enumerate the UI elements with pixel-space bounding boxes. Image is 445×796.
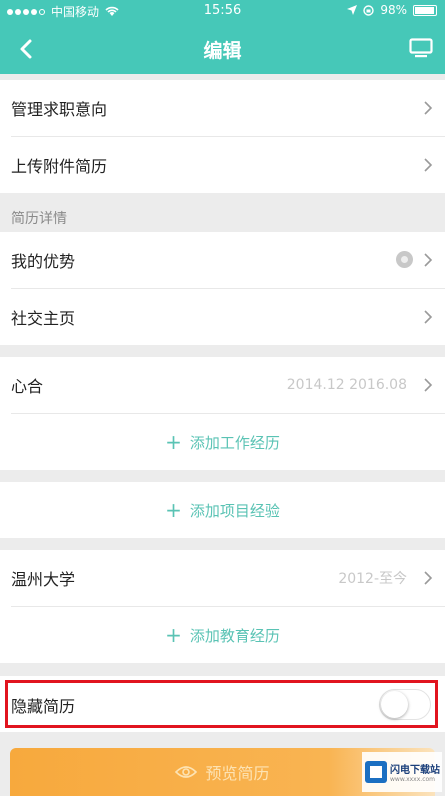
plus-icon: + xyxy=(165,498,182,522)
social-homepage-label: 社交主页 xyxy=(11,309,76,328)
manage-job-intention-label: 管理求职意向 xyxy=(11,100,108,119)
work-experience-group: 心合 2014.12 2016.08 + 添加工作经历 xyxy=(0,357,445,470)
education-group: 温州大学 2012-至今 + 添加教育经历 xyxy=(0,550,445,663)
preview-resume-label: 预览简历 xyxy=(205,764,270,783)
rotation-lock-icon xyxy=(363,4,375,16)
watermark-logo-icon xyxy=(365,761,387,783)
monitor-icon[interactable] xyxy=(409,38,433,58)
chevron-right-icon xyxy=(424,310,433,324)
add-work-experience-button[interactable]: + 添加工作经历 xyxy=(0,414,445,470)
education-period: 2012-至今 xyxy=(338,571,407,587)
add-education-button[interactable]: + 添加教育经历 xyxy=(0,607,445,663)
status-bar: 中国移动 15:56 98% xyxy=(0,0,445,22)
watermark: 闪电下载站 www.xxxx.com xyxy=(362,752,442,792)
add-project-experience-button[interactable]: + 添加项目经验 xyxy=(0,482,445,538)
job-settings-group: 管理求职意向 上传附件简历 xyxy=(0,80,445,193)
nav-bar: 编辑 xyxy=(0,22,445,74)
highlight-box xyxy=(5,680,438,728)
education-row[interactable]: 温州大学 2012-至今 xyxy=(0,550,445,606)
chevron-right-icon xyxy=(424,253,433,267)
location-icon xyxy=(347,5,358,15)
manage-job-intention-row[interactable]: 管理求职意向 xyxy=(0,80,445,136)
plus-icon: + xyxy=(165,430,182,454)
school-name: 温州大学 xyxy=(11,570,76,589)
top-bar: 中国移动 15:56 98% 编辑 xyxy=(0,0,445,74)
chevron-right-icon xyxy=(424,101,433,115)
page-title: 编辑 xyxy=(203,40,242,62)
company-name: 心合 xyxy=(11,377,44,396)
resume-details-group: 我的优势 社交主页 xyxy=(0,232,445,345)
my-advantages-label: 我的优势 xyxy=(11,252,76,271)
work-period: 2014.12 2016.08 xyxy=(286,377,407,393)
battery-percent: 98% xyxy=(380,3,407,17)
social-homepage-row[interactable]: 社交主页 xyxy=(0,289,445,345)
add-project-experience-label: 添加项目经验 xyxy=(189,501,280,520)
chevron-right-icon xyxy=(424,158,433,172)
watermark-text: 闪电下载站 www.xxxx.com xyxy=(390,761,440,783)
battery-icon xyxy=(413,4,437,16)
my-advantages-row[interactable]: 我的优势 xyxy=(0,232,445,288)
chevron-right-icon xyxy=(424,571,433,585)
project-experience-group: + 添加项目经验 xyxy=(0,482,445,538)
status-right: 98% xyxy=(347,3,437,17)
eye-icon xyxy=(175,766,198,778)
plus-icon: + xyxy=(165,623,182,647)
upload-attachment-row[interactable]: 上传附件简历 xyxy=(0,137,445,193)
watermark-url: www.xxxx.com xyxy=(390,776,436,783)
work-experience-row[interactable]: 心合 2014.12 2016.08 xyxy=(0,357,445,413)
status-icon xyxy=(396,251,413,268)
watermark-name: 闪电下载站 xyxy=(390,765,440,776)
add-work-experience-label: 添加工作经历 xyxy=(189,433,280,452)
upload-attachment-label: 上传附件简历 xyxy=(11,157,108,176)
add-education-label: 添加教育经历 xyxy=(189,626,280,645)
section-header-resume-details: 简历详情 xyxy=(0,200,445,232)
chevron-right-icon xyxy=(424,378,433,392)
